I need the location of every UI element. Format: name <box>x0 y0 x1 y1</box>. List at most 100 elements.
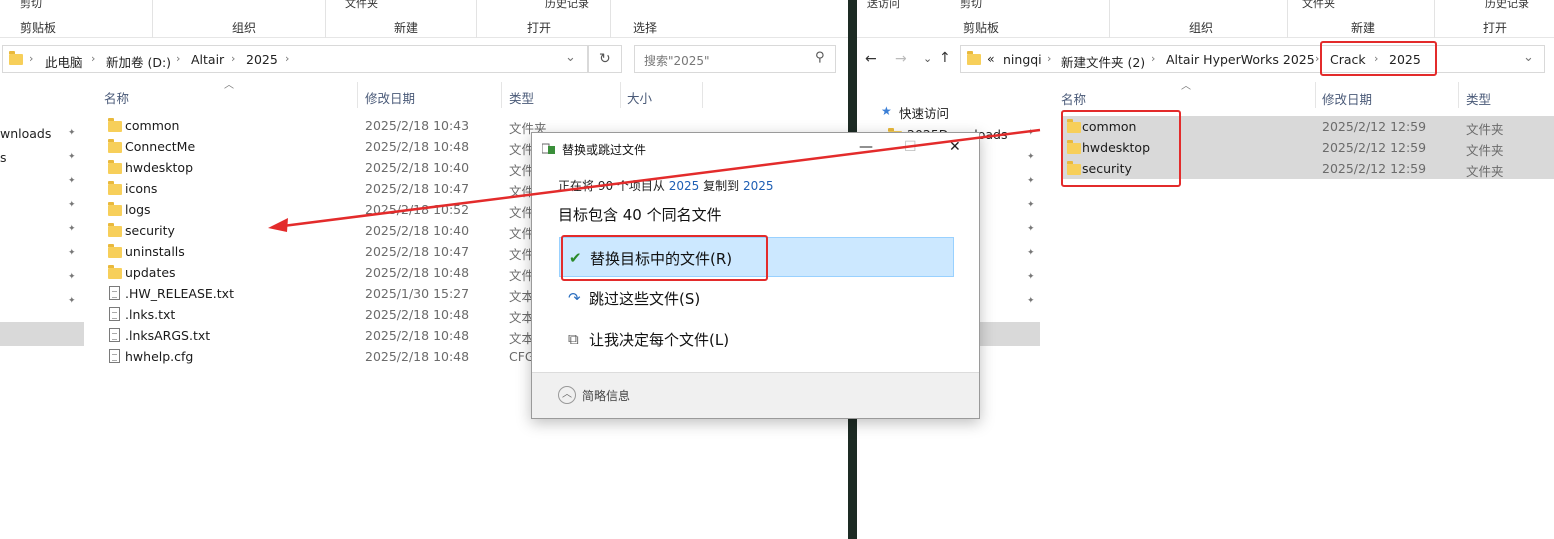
chevron-right-icon: › <box>285 52 290 65</box>
pin-icon: ✦ <box>1027 296 1035 306</box>
chevron-up-icon[interactable]: ︿ <box>558 386 576 404</box>
nav-item-partial[interactable]: s <box>0 150 7 165</box>
nav-item-selected[interactable] <box>0 322 84 346</box>
column-separator[interactable] <box>501 82 502 108</box>
decide-each-option[interactable]: ⧉ 让我决定每个文件(L) <box>559 319 954 359</box>
column-type[interactable]: 类型 <box>1466 89 1491 108</box>
column-type[interactable]: 类型 <box>509 88 534 107</box>
chevron-down-icon[interactable]: ⌄ <box>1523 50 1534 65</box>
folder-icon <box>108 244 122 258</box>
ribbon-history[interactable]: 历史记录 <box>1485 0 1529 11</box>
group-organize: 组织 <box>1189 21 1214 35</box>
column-date[interactable]: 修改日期 <box>1322 89 1372 108</box>
minimize-button[interactable]: — <box>859 139 873 155</box>
pin-icon: ✦ <box>68 272 76 282</box>
breadcrumb-drive[interactable]: 新加卷 (D:) <box>106 52 171 71</box>
pin-icon: ✦ <box>68 152 76 162</box>
skip-arrow-icon: ↷ <box>568 289 581 307</box>
address-bar[interactable]: « ningqi › 新建文件夹 (2) › Altair HyperWorks… <box>960 45 1545 73</box>
ribbon-separator <box>1287 0 1288 38</box>
file-date: 2025/2/18 10:48 <box>365 328 470 343</box>
skip-files-option[interactable]: ↷ 跳过这些文件(S) <box>559 278 954 318</box>
column-separator[interactable] <box>1315 82 1316 108</box>
file-date: 2025/2/18 10:48 <box>365 265 470 280</box>
breadcrumb-altair[interactable]: Altair <box>191 52 224 67</box>
group-open: 打开 <box>1483 21 1508 35</box>
file-date: 2025/2/18 10:43 <box>365 118 470 133</box>
folder-icon <box>108 265 122 279</box>
group-select: 选择 <box>633 21 658 35</box>
destination-link[interactable]: 2025 <box>743 179 774 193</box>
column-date[interactable]: 修改日期 <box>365 88 415 107</box>
forward-icon[interactable]: → <box>895 51 907 67</box>
file-date: 2025/2/18 10:40 <box>365 160 470 175</box>
text-file-icon <box>109 307 120 321</box>
source-link[interactable]: 2025 <box>669 179 700 193</box>
breadcrumb-2025[interactable]: 2025 <box>246 52 278 67</box>
search-placeholder: 搜索"2025" <box>644 54 710 68</box>
config-file-icon <box>109 349 120 363</box>
pin-icon: ✦ <box>1027 200 1035 210</box>
ribbon-quick-access[interactable]: 送访问 <box>867 0 900 11</box>
folder-icon <box>9 51 23 65</box>
dialog-title: 替换或跳过文件 <box>562 143 647 157</box>
chevron-down-icon[interactable]: ⌄ <box>565 50 576 65</box>
folder-icon <box>108 223 122 237</box>
folder-icon <box>108 181 122 195</box>
annotation-box-crack-folders <box>1061 110 1181 187</box>
breadcrumb-new-folder[interactable]: 新建文件夹 (2) <box>1061 52 1145 71</box>
folder-icon <box>108 202 122 216</box>
ribbon-folder[interactable]: 文件夹 <box>345 0 378 11</box>
ribbon-separator <box>476 0 477 38</box>
sort-up-icon: ︿ <box>1181 81 1191 92</box>
fewer-details-link[interactable]: 简略信息 <box>582 387 630 404</box>
folder-icon <box>108 139 122 153</box>
column-name[interactable]: 名称 <box>104 88 129 107</box>
overflow-icon[interactable]: « <box>987 51 995 66</box>
up-icon[interactable]: ↑ <box>939 50 951 66</box>
column-separator[interactable] <box>702 82 703 108</box>
column-separator[interactable] <box>357 82 358 108</box>
maximize-button[interactable]: ☐ <box>904 139 917 155</box>
column-separator[interactable] <box>620 82 621 108</box>
chevron-right-icon: › <box>231 52 236 65</box>
nav-quick-access[interactable]: 快速访问 <box>899 103 949 122</box>
file-name: icons <box>125 181 158 196</box>
back-icon[interactable]: ← <box>865 51 877 67</box>
address-bar[interactable]: › 此电脑 › 新加卷 (D:) › Altair › 2025 › ⌄ <box>2 45 588 73</box>
group-new: 新建 <box>1351 21 1376 35</box>
recent-dropdown-icon[interactable]: ⌄ <box>923 52 932 65</box>
breadcrumb-this-pc[interactable]: 此电脑 <box>45 52 83 71</box>
compare-files-icon: ⧉ <box>568 330 579 348</box>
ribbon-history[interactable]: 历史记录 <box>545 0 589 11</box>
file-date: 2025/2/12 12:59 <box>1322 119 1427 134</box>
ribbon-cut[interactable]: 剪切 <box>20 0 42 11</box>
search-box[interactable]: 搜索"2025" ⚲ <box>634 45 836 73</box>
file-type: 文件夹 <box>1466 122 1504 137</box>
ribbon-separator <box>152 0 153 38</box>
chevron-right-icon: › <box>91 52 96 65</box>
column-size[interactable]: 大小 <box>627 88 652 107</box>
ribbon-separator <box>1109 0 1110 38</box>
close-button[interactable]: ✕ <box>949 139 961 155</box>
copy-summary: 正在将 90 个项目从 2025 复制到 2025 <box>558 177 774 194</box>
copy-summary-pre: 正在将 90 个项目从 <box>558 179 665 193</box>
file-date: 2025/2/18 10:47 <box>365 181 470 196</box>
refresh-button[interactable]: ↻ <box>588 45 622 73</box>
file-name: .HW_RELEASE.txt <box>125 286 234 301</box>
ribbon-folder[interactable]: 文件夹 <box>1302 0 1335 11</box>
pin-icon: ✦ <box>68 176 76 186</box>
column-name[interactable]: 名称 <box>1061 89 1086 108</box>
pin-icon: ✦ <box>68 128 76 138</box>
file-date: 2025/2/18 10:48 <box>365 139 470 154</box>
ribbon-cut[interactable]: 剪切 <box>960 0 982 11</box>
nav-item-selected[interactable] <box>977 322 1040 346</box>
refresh-icon: ↻ <box>599 51 611 67</box>
breadcrumb-user[interactable]: ningqi <box>1003 52 1042 67</box>
file-date: 2025/2/18 10:48 <box>365 307 470 322</box>
folder-icon <box>108 118 122 132</box>
group-new: 新建 <box>394 21 419 35</box>
breadcrumb-hyperworks[interactable]: Altair HyperWorks 2025 <box>1166 52 1315 67</box>
column-separator[interactable] <box>1458 82 1459 108</box>
nav-item-downloads[interactable]: wnloads <box>0 126 51 141</box>
